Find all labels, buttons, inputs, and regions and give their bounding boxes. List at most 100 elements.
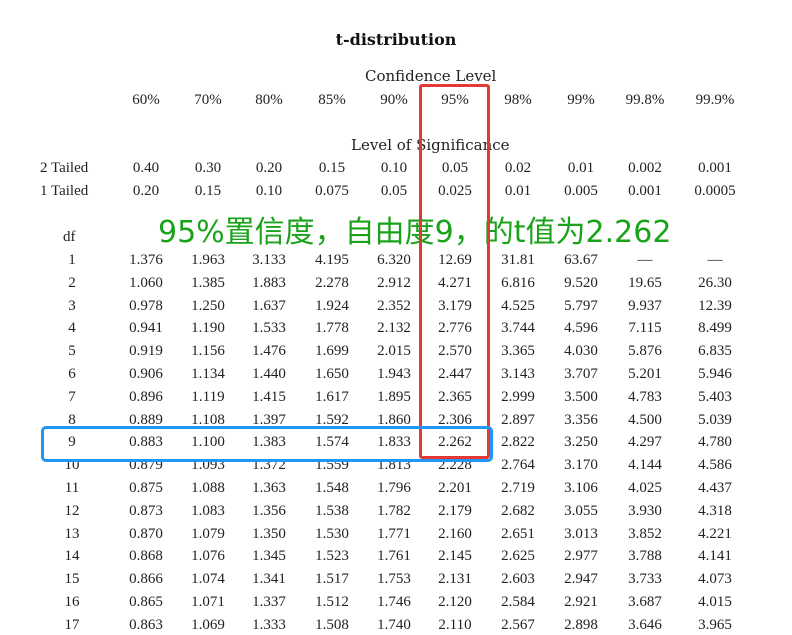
t-value-cell: 1.746 [377,594,411,610]
t-value-cell: 1.753 [377,571,411,587]
t-value-cell: 0.868 [129,548,163,564]
t-value-cell: — [637,252,653,268]
t-value-cell: 2.110 [438,617,472,633]
t-value-cell: 1.088 [191,480,225,496]
df-value: 6 [68,366,76,382]
two-tailed-value: 0.40 [132,160,160,176]
df-value: 13 [64,526,80,542]
df-value: 4 [68,320,76,336]
highlight-column-95 [419,84,490,459]
t-value-cell: 2.145 [438,548,472,564]
t-value-cell: 1.476 [252,343,286,359]
t-value-cell: 26.30 [698,275,732,291]
t-value-cell: 1.333 [252,617,286,633]
df-value: 12 [64,503,80,519]
annotation-text: 95%置信度，自由度9，的t值为2.262 [158,215,672,250]
df-value: 14 [64,548,80,564]
t-value-cell: 2.160 [438,526,472,542]
df-value: 16 [64,594,80,610]
one-tailed-value: 0.005 [564,183,598,199]
df-value: 17 [64,617,80,633]
t-value-cell: 2.201 [438,480,472,496]
t-value-cell: 4.525 [501,298,535,314]
t-value-cell: 1.533 [252,320,286,336]
t-value-cell: 3.500 [564,389,598,405]
t-value-cell: 1.341 [252,571,286,587]
t-value-cell: 4.030 [564,343,598,359]
t-value-cell: 3.707 [564,366,598,382]
two-tailed-value: 0.002 [628,160,662,176]
t-value-cell: 1.761 [377,548,411,564]
t-value-cell: 1.883 [252,275,286,291]
t-value-cell: 6.816 [501,275,535,291]
confidence-level-header: 85% [318,92,346,108]
t-value-cell: 4.025 [628,480,662,496]
df-value: 15 [64,571,80,587]
t-table: 60% 70% 80% 85% 90% 95% 98% 99% 99.8% 99.9% 2 Tail… [0,0,792,633]
t-value-cell: 0.865 [129,594,163,610]
df-value: 3 [68,298,76,314]
one-tailed-value: 0.0005 [694,183,736,199]
t-value-cell: 1.074 [191,571,225,587]
t-value-cell: 0.866 [129,571,163,587]
two-tailed-value: 0.20 [255,160,283,176]
t-value-cell: 1.190 [191,320,225,336]
two-tailed-value: 0.15 [318,160,346,176]
t-value-cell: 1.538 [315,503,349,519]
t-value-cell: 2.651 [501,526,535,542]
one-tailed-value: 0.01 [504,183,532,199]
t-value-cell: 1.156 [191,343,225,359]
one-tailed-value: 0.001 [628,183,662,199]
t-value-cell: 31.81 [501,252,535,268]
t-value-cell: 4.318 [698,503,732,519]
two-tailed-label: 2 Tailed [40,160,89,176]
t-value-cell: 63.67 [564,252,598,268]
t-value-cell: 8.499 [698,320,732,336]
t-value-cell: 1.782 [377,503,411,519]
t-value-cell: 4.195 [315,252,349,268]
t-value-cell: 9.520 [564,275,598,291]
t-value-cell: 4.221 [698,526,732,542]
t-value-cell: 1.943 [377,366,411,382]
t-value-cell: 1.079 [191,526,225,542]
t-value-cell: 3.170 [564,457,598,473]
t-value-cell: 2.682 [501,503,535,519]
t-value-cell: 4.144 [628,457,662,473]
t-value-cell: 3.365 [501,343,535,359]
t-value-cell: 12.39 [698,298,732,314]
t-value-cell: 2.584 [501,594,535,610]
t-value-cell: 1.771 [377,526,411,542]
two-tailed-value: 0.10 [380,160,408,176]
t-value-cell: 4.596 [564,320,598,336]
t-value-cell: 5.201 [628,366,662,382]
two-tailed-value: 0.001 [698,160,732,176]
t-value-cell: 2.921 [564,594,598,610]
t-value-cell: 0.906 [129,366,163,382]
t-value-cell: 4.780 [698,434,732,450]
t-value-cell: 4.500 [628,412,662,428]
t-value-cell: 2.567 [501,617,535,633]
confidence-level-header: 90% [380,92,408,108]
t-value-cell: 1.356 [252,503,286,519]
t-value-cell: 1.617 [315,389,349,405]
t-value-cell: 7.115 [628,320,662,336]
t-value-cell: 1.337 [252,594,286,610]
t-value-cell: 1.530 [315,526,349,542]
t-value-cell: 2.719 [501,480,535,496]
t-value-cell: 2.278 [315,275,349,291]
t-value-cell: 0.873 [129,503,163,519]
t-value-cell: 2.947 [564,571,598,587]
t-value-cell: 2.132 [377,320,411,336]
t-value-cell: 5.946 [698,366,732,382]
t-value-cell: 5.039 [698,412,732,428]
t-value-cell: 0.896 [129,389,163,405]
one-tailed-value: 0.15 [194,183,222,199]
t-value-cell: 3.055 [564,503,598,519]
highlight-row-df9 [41,426,493,462]
t-value-cell: 1.385 [191,275,225,291]
t-value-cell: 19.65 [628,275,662,291]
t-value-cell: 1.517 [315,571,349,587]
t-value-cell: 0.941 [129,320,163,336]
t-value-cell: 2.898 [564,617,598,633]
confidence-level-header: 60% [132,92,160,108]
